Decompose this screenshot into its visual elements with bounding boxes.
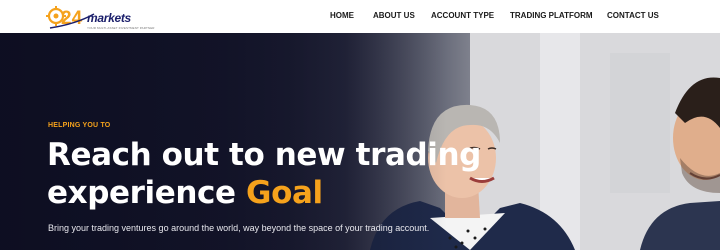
nav-contact-us[interactable]: CONTACT US — [607, 11, 659, 20]
hero-title-line1: Reach out to new trading — [47, 137, 481, 173]
hero-eyebrow: HELPING YOU TO — [48, 122, 111, 129]
logo-wordmark: markets — [87, 11, 131, 25]
nav-account-type[interactable]: ACCOUNT TYPE — [431, 11, 494, 20]
page: 24 markets YOUR MULTI-ASSET INVESTMENT P… — [0, 0, 720, 250]
hero-title-line2: experience — [47, 175, 247, 211]
nav-about-us[interactable]: ABOUT US — [373, 11, 415, 20]
hero-title: Reach out to new trading experience Goal — [47, 136, 481, 212]
nav-home[interactable]: HOME — [330, 11, 354, 20]
logo-tagline: YOUR MULTI-ASSET INVESTMENT PARTNER — [87, 26, 155, 30]
hero-subtitle: Bring your trading ventures go around th… — [48, 223, 430, 233]
hero-title-accent: Goal — [246, 175, 323, 211]
nav-trading-platform[interactable]: TRADING PLATFORM — [510, 11, 593, 20]
brand-logo[interactable]: 24 markets YOUR MULTI-ASSET INVESTMENT P… — [46, 2, 154, 32]
hero-banner: HELPING YOU TO Reach out to new trading … — [0, 33, 720, 250]
site-header: 24 markets YOUR MULTI-ASSET INVESTMENT P… — [0, 0, 720, 33]
